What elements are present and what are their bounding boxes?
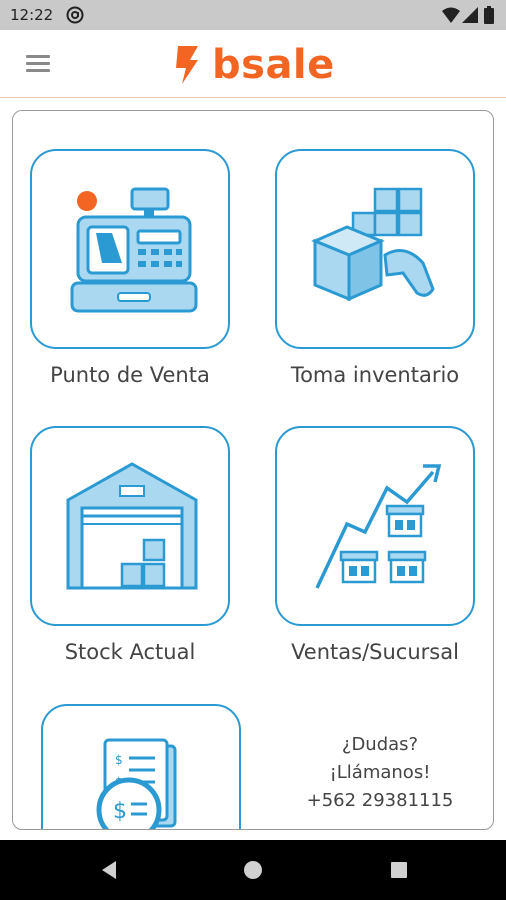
logo-text: bsale — [212, 42, 335, 88]
tile-stock-actual[interactable] — [30, 426, 230, 626]
tile-label-toma-inventario: Toma inventario — [290, 363, 460, 387]
tile-invoice-payment[interactable]: $ $ $ — [41, 704, 241, 829]
home-icon[interactable] — [240, 857, 266, 883]
module-panel: Punto de Venta Toma inventario Stock Act… — [12, 110, 494, 830]
contact-call-us: ¡Llámanos! — [329, 762, 431, 783]
svg-text:$: $ — [113, 799, 127, 824]
tile-toma-inventario[interactable] — [275, 149, 475, 349]
status-time: 12:22 — [10, 6, 54, 24]
contact-phone-link[interactable]: +562 29381115 — [285, 787, 475, 815]
battery-icon — [484, 6, 494, 24]
inventory-scanner-icon — [311, 187, 435, 302]
tile-ventas-sucursal[interactable] — [275, 426, 475, 626]
signal-icon — [462, 7, 478, 23]
invoice-payment-icon: $ $ $ — [96, 738, 177, 829]
tile-label-punto-de-venta: Punto de Venta — [50, 363, 210, 387]
contact-question: ¿Dudas? — [341, 734, 419, 755]
status-bar: 12:22 — [0, 0, 506, 30]
hamburger-menu-icon[interactable] — [22, 50, 54, 78]
warehouse-icon — [66, 462, 198, 590]
wifi-icon — [442, 7, 460, 23]
tile-label-ventas-sucursal: Ventas/Sucursal — [291, 640, 459, 664]
navigation-bar — [0, 840, 506, 900]
sales-by-branch-icon — [315, 464, 442, 589]
back-icon[interactable] — [96, 857, 122, 883]
contact-info: ¿Dudas? ¡Llámanos! +562 29381115 — [285, 731, 475, 815]
bsale-logo-icon — [176, 46, 198, 84]
cash-register-icon — [70, 187, 198, 313]
app-bar: bsale — [0, 30, 506, 98]
tile-label-stock-actual: Stock Actual — [64, 640, 196, 664]
recents-icon[interactable] — [386, 857, 412, 883]
svg-text:$: $ — [115, 753, 123, 767]
at-icon — [66, 6, 84, 24]
bsale-logo: bsale — [168, 40, 340, 90]
tile-punto-de-venta[interactable] — [30, 149, 230, 349]
